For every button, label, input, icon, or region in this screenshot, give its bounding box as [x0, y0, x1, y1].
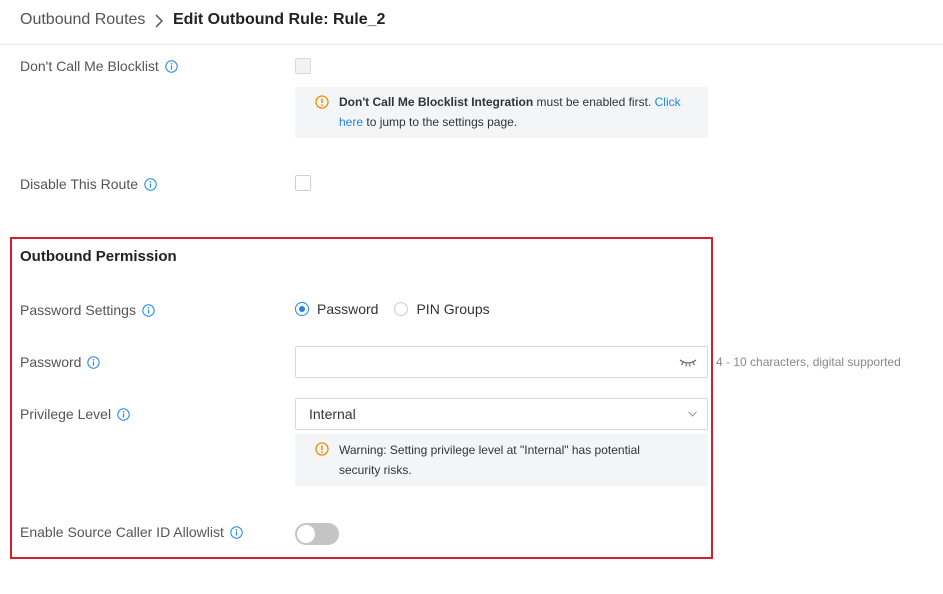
toggle-knob	[297, 525, 315, 543]
page-title: Edit Outbound Rule: Rule_2	[173, 11, 386, 28]
settings-link[interactable]: Click	[655, 95, 681, 109]
info-icon[interactable]	[87, 355, 101, 369]
notice-middle-text: must be enabled first.	[533, 95, 655, 109]
radio-pin-groups[interactable]	[394, 302, 409, 316]
privilege-level-select[interactable]: Internal	[295, 398, 708, 430]
chevron-right-icon	[155, 14, 164, 28]
notice-bold-text: Don't Call Me Blocklist Integration	[339, 95, 534, 109]
privilege-level-label: Privilege Level	[20, 406, 130, 422]
radio-pin-groups-label[interactable]: PIN Groups	[416, 301, 489, 317]
info-icon[interactable]	[165, 59, 178, 73]
warning-line-1: Warning: Setting privilege level at "Int…	[339, 443, 640, 457]
breadcrumb-outbound-routes[interactable]: Outbound Routes	[20, 11, 145, 29]
password-hint: 4 - 10 characters, digital supported	[716, 355, 901, 369]
info-icon[interactable]	[230, 525, 243, 539]
warning-icon	[315, 442, 329, 456]
disable-route-label: Disable This Route	[20, 176, 157, 192]
password-settings-label: Password Settings	[20, 302, 155, 318]
privilege-warning-notice: Warning: Setting privilege level at "Int…	[295, 434, 708, 486]
info-icon[interactable]	[142, 303, 155, 317]
blocklist-notice-text: Don't Call Me Blocklist Integration must…	[339, 92, 681, 132]
settings-link-here[interactable]: here	[339, 115, 363, 129]
radio-password-label[interactable]: Password	[317, 301, 378, 317]
password-settings-radio-group: Password PIN Groups	[295, 301, 506, 317]
blocklist-integration-notice: Don't Call Me Blocklist Integration must…	[295, 87, 708, 138]
info-icon[interactable]	[144, 177, 157, 191]
warning-icon	[315, 95, 329, 109]
privilege-level-value: Internal	[309, 406, 356, 422]
disable-route-checkbox[interactable]	[295, 175, 311, 191]
section-title-outbound-permission: Outbound Permission	[20, 248, 177, 265]
info-icon[interactable]	[117, 407, 130, 421]
password-input[interactable]	[295, 346, 708, 378]
password-label: Password	[20, 354, 101, 370]
eye-hidden-icon[interactable]	[679, 356, 697, 368]
dont-call-blocklist-label: Don't Call Me Blocklist	[20, 58, 178, 74]
source-caller-allowlist-label: Enable Source Caller ID Allowlist	[20, 524, 243, 540]
source-caller-allowlist-toggle[interactable]	[295, 523, 339, 545]
page-header: Outbound Routes Edit Outbound Rule: Rule…	[0, 0, 943, 45]
radio-password[interactable]	[295, 302, 309, 316]
warning-line-2: security risks.	[339, 463, 412, 477]
dont-call-blocklist-checkbox[interactable]	[295, 58, 311, 74]
privilege-warning-text: Warning: Setting privilege level at "Int…	[339, 440, 640, 480]
chevron-down-icon	[688, 411, 697, 417]
notice-end-text: to jump to the settings page.	[363, 115, 518, 129]
